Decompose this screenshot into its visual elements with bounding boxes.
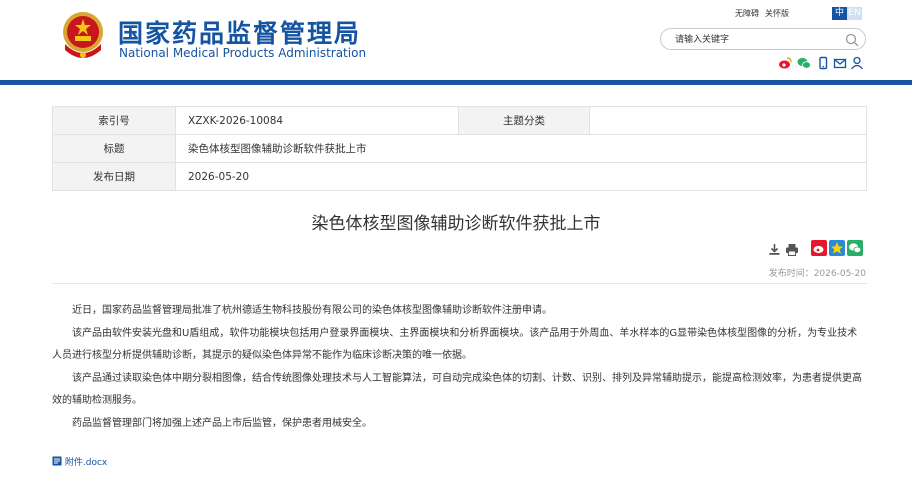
print-icon[interactable]	[785, 241, 799, 260]
paragraph: 近日，国家药品监督管理局批准了杭州德适生物科技股份有限公司的染色体核型图像辅助诊…	[72, 305, 552, 316]
top-links: 无障碍 关怀版	[735, 8, 795, 19]
topic-value	[589, 106, 867, 135]
table-row: 发布日期 2026-05-20	[52, 162, 867, 191]
mail-icon[interactable]	[833, 55, 847, 74]
article-divider	[52, 283, 867, 284]
lang-en-button[interactable]: EN	[847, 7, 862, 20]
topic-label: 主题分类	[458, 106, 590, 135]
article-body: 近日，国家药品监督管理局批准了杭州德适生物科技股份有限公司的染色体核型图像辅助诊…	[52, 300, 867, 435]
date-value: 2026-05-20	[175, 162, 867, 191]
search-box	[660, 28, 866, 50]
paragraph: 该产品通过读取染色体中期分裂相图像，结合传统图像处理技术与人工智能算法，可自动完…	[52, 372, 862, 407]
lang-cn-button[interactable]: 中	[832, 7, 847, 20]
share-weibo-icon[interactable]	[811, 240, 827, 260]
index-value: XZXK-2026-10084	[175, 106, 459, 135]
header-divider	[0, 80, 912, 85]
document-icon	[52, 456, 65, 468]
search-input[interactable]	[673, 31, 837, 49]
title-label: 标题	[52, 134, 176, 163]
share-wechat-icon[interactable]	[847, 240, 863, 260]
table-row: 索引号 XZXK-2026-10084 主题分类	[52, 106, 867, 135]
site-title-en[interactable]: National Medical Products Administration	[119, 46, 366, 60]
site-title-cn[interactable]: 国家药品监督管理局	[118, 14, 361, 50]
attachment-link[interactable]: 附件.docx	[52, 455, 107, 468]
title-value: 染色体核型图像辅助诊断软件获批上市	[175, 134, 867, 163]
publish-time: 发布时间：2026-05-20	[768, 269, 866, 279]
weibo-icon[interactable]	[778, 55, 792, 74]
paragraph: 该产品由软件安装光盘和U盾组成，软件功能模块包括用户登录界面模块、主界面模块和分…	[52, 327, 858, 362]
elder-care-link[interactable]: 关怀版	[765, 9, 789, 18]
metadata-table: 索引号 XZXK-2026-10084 主题分类 标题 染色体核型图像辅助诊断软…	[52, 106, 867, 191]
language-switch: 中 EN	[832, 7, 862, 20]
paragraph: 药品监督管理部门将加强上述产品上市后监管，保护患者用械安全。	[72, 417, 372, 429]
user-icon[interactable]	[850, 55, 864, 74]
date-label: 发布日期	[52, 162, 176, 191]
article-title: 染色体核型图像辅助诊断软件获批上市	[311, 214, 601, 234]
table-row: 标题 染色体核型图像辅助诊断软件获批上市	[52, 134, 867, 163]
accessibility-link[interactable]: 无障碍	[735, 9, 759, 18]
national-emblem-logo[interactable]	[60, 10, 106, 60]
share-qzone-icon[interactable]	[829, 240, 845, 260]
attachment-filename[interactable]: 附件.docx	[65, 458, 107, 468]
wechat-icon[interactable]	[797, 55, 811, 74]
mobile-icon[interactable]	[816, 55, 830, 74]
download-icon[interactable]	[768, 241, 781, 260]
index-label: 索引号	[52, 106, 176, 135]
search-icon[interactable]	[845, 32, 859, 47]
